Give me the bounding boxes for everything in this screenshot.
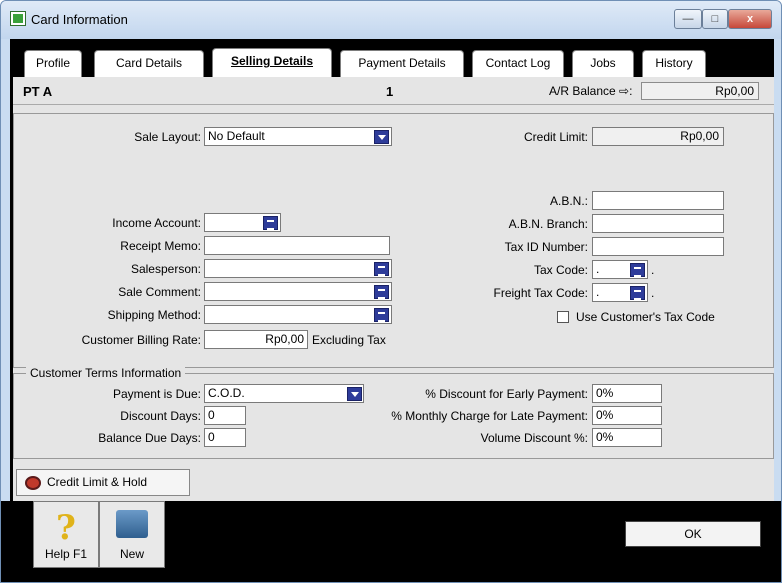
sale-layout-label: Sale Layout: bbox=[134, 130, 201, 144]
tax-code-suffix: . bbox=[651, 263, 655, 277]
customer-terms-box: Customer Terms Information Payment is Du… bbox=[13, 366, 774, 459]
credit-limit-value: Rp0,00 bbox=[592, 127, 724, 146]
new-button-label: New bbox=[119, 547, 144, 561]
tab-history[interactable]: History bbox=[642, 50, 706, 77]
close-button[interactable]: x bbox=[728, 9, 772, 29]
new-card-icon bbox=[116, 510, 148, 538]
salesperson-label: Salesperson: bbox=[130, 262, 201, 276]
freight-tax-suffix: . bbox=[651, 286, 655, 300]
payment-due-label: Payment is Due: bbox=[112, 387, 201, 401]
billing-rate-label: Customer Billing Rate: bbox=[81, 333, 201, 347]
tab-card-details[interactable]: Card Details bbox=[94, 50, 204, 77]
tax-code-label: Tax Code: bbox=[533, 263, 588, 277]
discount-days-label: Discount Days: bbox=[120, 409, 201, 423]
volume-discount-input[interactable]: 0% bbox=[592, 428, 662, 447]
billing-rate-input[interactable]: Rp0,00 bbox=[204, 330, 308, 349]
shipping-method-label: Shipping Method: bbox=[107, 308, 201, 322]
freight-tax-label: Freight Tax Code: bbox=[493, 286, 589, 300]
credit-limit-label: Credit Limit: bbox=[523, 130, 588, 144]
tab-contact-log[interactable]: Contact Log bbox=[472, 50, 564, 77]
sale-comment-label: Sale Comment: bbox=[118, 285, 201, 299]
abn-input[interactable] bbox=[592, 191, 724, 210]
credit-limit-hold-button[interactable]: Credit Limit & Hold bbox=[16, 469, 190, 496]
selling-details-panel: PT A 1 A/R Balance ⇨: Rp0,00 Sale Layout… bbox=[13, 77, 774, 539]
selling-details-box: Sale Layout: No Default Income Account: … bbox=[13, 113, 774, 368]
volume-discount-label: Volume Discount %: bbox=[480, 431, 588, 445]
use-customer-tax-label[interactable]: Use Customer's Tax Code bbox=[576, 310, 715, 324]
balance-due-input[interactable]: 0 bbox=[204, 428, 246, 447]
ar-balance-label[interactable]: A/R Balance ⇨: bbox=[549, 84, 632, 98]
help-button-label: Help F1 bbox=[44, 547, 88, 561]
late-charge-input[interactable]: 0% bbox=[592, 406, 662, 425]
maximize-button[interactable]: □ bbox=[702, 9, 728, 29]
chevron-down-icon[interactable] bbox=[347, 387, 362, 401]
tab-jobs[interactable]: Jobs bbox=[572, 50, 634, 77]
payment-due-select[interactable]: C.O.D. bbox=[204, 384, 364, 403]
tab-payment-details[interactable]: Payment Details bbox=[340, 50, 464, 77]
card-number: 1 bbox=[386, 84, 394, 99]
early-discount-label: % Discount for Early Payment: bbox=[425, 387, 588, 401]
card-information-window: Card Information — □ x Profile Card Deta… bbox=[0, 0, 782, 583]
credit-limit-hold-label: Credit Limit & Hold bbox=[47, 475, 148, 489]
receipt-memo-input[interactable] bbox=[204, 236, 390, 255]
window-title: Card Information bbox=[31, 12, 128, 27]
balance-due-label: Balance Due Days: bbox=[98, 431, 201, 445]
chevron-down-icon[interactable] bbox=[374, 130, 389, 144]
list-icon[interactable] bbox=[374, 262, 389, 276]
abn-branch-input[interactable] bbox=[592, 214, 724, 233]
abn-branch-label: A.B.N. Branch: bbox=[508, 217, 588, 231]
discount-days-input[interactable]: 0 bbox=[204, 406, 246, 425]
tab-profile[interactable]: Profile bbox=[24, 50, 82, 77]
salesperson-input[interactable] bbox=[204, 259, 392, 278]
ok-button[interactable]: OK bbox=[625, 521, 761, 547]
help-button[interactable]: ? Help F1 bbox=[33, 501, 99, 568]
list-icon[interactable] bbox=[374, 285, 389, 299]
sale-comment-input[interactable] bbox=[204, 282, 392, 301]
help-question-icon: ? bbox=[56, 508, 76, 548]
app-icon bbox=[10, 11, 26, 26]
sale-layout-select[interactable]: No Default bbox=[204, 127, 392, 146]
list-icon[interactable] bbox=[630, 263, 645, 277]
card-name: PT A bbox=[23, 84, 53, 99]
early-discount-input[interactable]: 0% bbox=[592, 384, 662, 403]
billing-rate-suffix: Excluding Tax bbox=[312, 333, 386, 347]
receipt-memo-label: Receipt Memo: bbox=[120, 239, 201, 253]
new-button[interactable]: New bbox=[99, 501, 165, 568]
terms-legend: Customer Terms Information bbox=[26, 366, 186, 380]
card-header: PT A 1 A/R Balance ⇨: Rp0,00 bbox=[13, 77, 774, 105]
list-icon[interactable] bbox=[263, 216, 278, 230]
list-icon[interactable] bbox=[630, 286, 645, 300]
use-customer-tax-checkbox[interactable] bbox=[557, 311, 569, 323]
minimize-button[interactable]: — bbox=[674, 9, 702, 29]
abn-label: A.B.N.: bbox=[549, 194, 588, 208]
tab-selling-details[interactable]: Selling Details bbox=[212, 48, 332, 77]
income-account-label: Income Account: bbox=[112, 216, 201, 230]
shipping-method-input[interactable] bbox=[204, 305, 392, 324]
list-icon[interactable] bbox=[374, 308, 389, 322]
late-charge-label: % Monthly Charge for Late Payment: bbox=[391, 409, 588, 423]
title-bar: Card Information — □ x bbox=[1, 1, 781, 39]
credit-hold-icon bbox=[25, 476, 41, 490]
ar-balance-value: Rp0,00 bbox=[641, 82, 759, 100]
tax-id-input[interactable] bbox=[592, 237, 724, 256]
tax-id-label: Tax ID Number: bbox=[504, 240, 588, 254]
